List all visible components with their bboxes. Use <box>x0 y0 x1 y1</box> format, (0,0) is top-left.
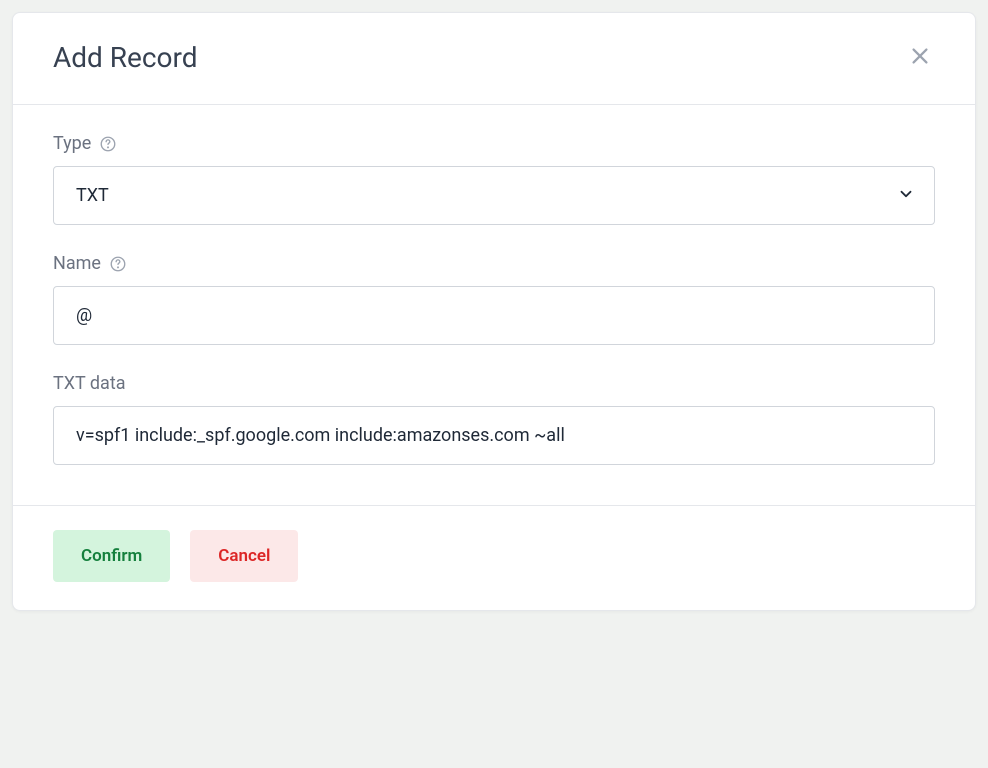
cancel-button[interactable]: Cancel <box>190 530 298 582</box>
type-select-wrapper: TXT <box>53 166 935 225</box>
type-label-row: Type <box>53 133 935 154</box>
type-select[interactable]: TXT <box>53 166 935 225</box>
help-icon[interactable] <box>109 255 127 273</box>
modal-footer: Confirm Cancel <box>13 505 975 610</box>
name-label-row: Name <box>53 253 935 274</box>
name-field-group: Name <box>53 253 935 345</box>
close-button[interactable] <box>905 41 935 74</box>
add-record-modal: Add Record Type <box>12 12 976 611</box>
help-icon[interactable] <box>99 135 117 153</box>
name-input[interactable] <box>53 286 935 345</box>
type-label: Type <box>53 133 91 154</box>
txtdata-label: TXT data <box>53 373 126 394</box>
type-field-group: Type TXT <box>53 133 935 225</box>
txtdata-field-group: TXT data <box>53 373 935 465</box>
name-label: Name <box>53 253 101 274</box>
close-icon <box>909 45 931 70</box>
txtdata-input[interactable] <box>53 406 935 465</box>
txtdata-label-row: TXT data <box>53 373 935 394</box>
modal-body: Type TXT <box>13 105 975 505</box>
confirm-button[interactable]: Confirm <box>53 530 170 582</box>
modal-title: Add Record <box>53 41 198 74</box>
modal-header: Add Record <box>13 13 975 105</box>
